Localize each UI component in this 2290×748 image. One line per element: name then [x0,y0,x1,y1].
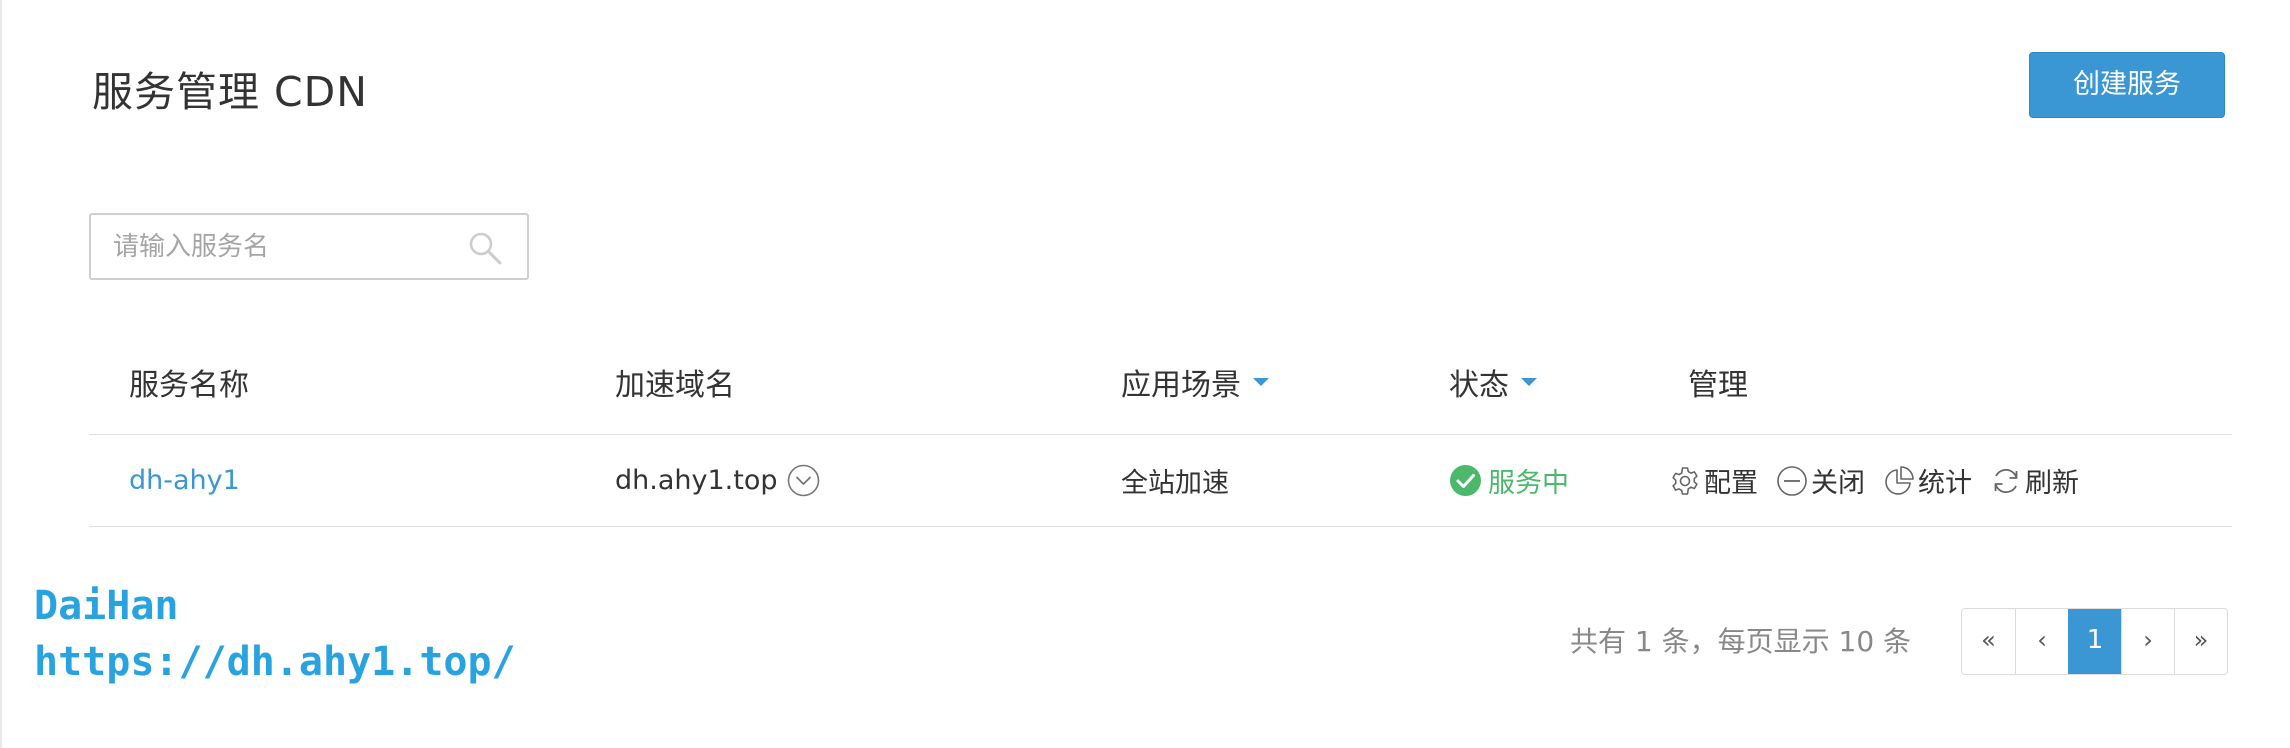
column-header-domain: 加速域名 [615,360,735,404]
last-page-button[interactable]: » [2174,609,2227,674]
column-header-scene: 应用场景 [1121,360,1269,404]
domain-text: dh.ahy1.top [615,465,778,496]
service-name-link[interactable]: dh-ahy1 [129,465,240,496]
pagination-info: 共有 1 条，每页显示 10 条 [1570,625,1912,658]
status-filter-caret-icon[interactable] [1521,378,1537,386]
pie-chart-icon [1885,465,1914,495]
watermark-line1: DaiHan [34,583,179,629]
watermark: DaiHan https://dh.ahy1.top/ [34,578,516,690]
prev-page-button[interactable]: ‹ [2015,609,2068,674]
close-label: 关闭 [1811,468,1865,499]
column-label: 管理 [1688,368,1748,403]
domain-cell: dh.ahy1.top [615,435,820,526]
column-header-status: 状态 [1449,360,1537,404]
pagination: « ‹ 1 › » [1961,608,2228,675]
gear-icon [1672,466,1698,495]
scene-text: 全站加速 [1121,468,1229,499]
scene-cell: 全站加速 [1121,435,1229,526]
column-header-manage: 管理 [1688,360,1748,404]
search-box [89,213,529,280]
config-label: 配置 [1704,468,1758,499]
refresh-label: 刷新 [2025,468,2079,499]
actions-cell: 配置 关闭 统计 刷新 [1669,435,2097,526]
scene-filter-caret-icon[interactable] [1253,378,1269,386]
table-header: 服务名称 加速域名 应用场景 状态 管理 [89,330,2232,435]
stats-label: 统计 [1918,468,1972,499]
refresh-icon [1994,468,2018,493]
next-page-button[interactable]: › [2121,609,2174,674]
stats-action[interactable]: 统计 [1883,461,1972,500]
column-label: 加速域名 [615,368,735,403]
create-service-button[interactable]: 创建服务 [2029,52,2225,118]
page-title: 服务管理 CDN [92,68,368,116]
minus-circle-icon [1777,465,1807,496]
config-action[interactable]: 配置 [1669,461,1758,500]
search-icon[interactable] [467,230,503,266]
close-action[interactable]: 关闭 [1776,461,1865,500]
column-header-name: 服务名称 [129,360,249,404]
column-label: 服务名称 [129,368,249,403]
page-left-border [0,0,2,748]
refresh-action[interactable]: 刷新 [1990,461,2079,500]
page-button-current[interactable]: 1 [2068,609,2121,674]
column-label: 应用场景 [1121,368,1241,403]
service-name-cell: dh-ahy1 [129,435,240,526]
service-table: 服务名称 加速域名 应用场景 状态 管理 dh-ahy1 dh.ahy1.top [89,330,2232,527]
column-label: 状态 [1449,368,1509,403]
watermark-line2: https://dh.ahy1.top/ [34,639,516,685]
table-row: dh-ahy1 dh.ahy1.top 全站加速 服务中 配置 关闭 统计 刷新 [89,435,2232,527]
first-page-button[interactable]: « [1962,609,2015,674]
chevron-down-circle-icon[interactable] [787,464,820,497]
status-cell: 服务中 [1449,435,1569,526]
check-circle-icon [1450,465,1481,496]
status-badge: 服务中 [1488,468,1569,499]
search-input[interactable] [113,215,463,278]
